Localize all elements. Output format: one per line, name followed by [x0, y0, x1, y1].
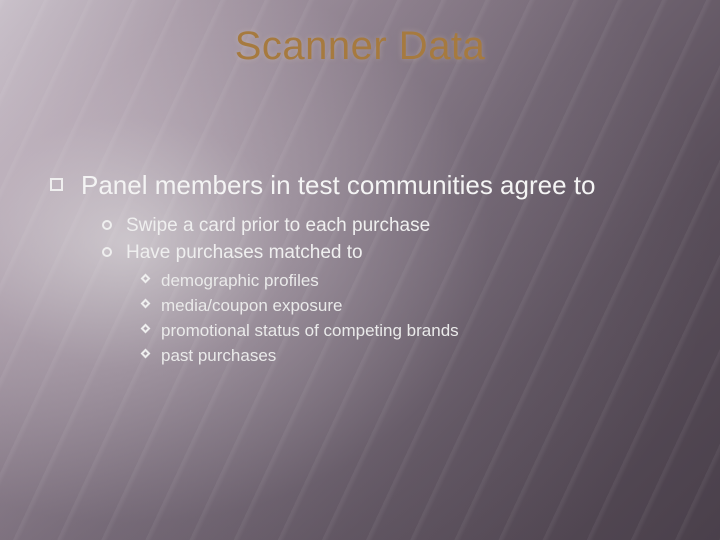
slide-title: Scanner Data	[40, 24, 680, 69]
bullet-level2-text: Swipe a card prior to each purchase	[126, 214, 430, 239]
bullet-level2: Swipe a card prior to each purchase	[102, 214, 680, 239]
diamond-bullet-icon	[141, 349, 151, 359]
level3-group: demographic profiles media/coupon exposu…	[102, 270, 680, 367]
bullet-level3: past purchases	[142, 345, 680, 367]
slide: Scanner Data Panel members in test commu…	[0, 0, 720, 540]
level2-group: Swipe a card prior to each purchase Have…	[50, 214, 680, 368]
bullet-level3: demographic profiles	[142, 270, 680, 292]
bullet-level3-text: promotional status of competing brands	[161, 320, 459, 342]
circle-bullet-icon	[102, 247, 112, 257]
diamond-bullet-icon	[141, 324, 151, 334]
slide-body: Panel members in test communities agree …	[40, 169, 680, 367]
bullet-level2-text: Have purchases matched to	[126, 241, 363, 266]
circle-bullet-icon	[102, 220, 112, 230]
bullet-level3: media/coupon exposure	[142, 295, 680, 317]
diamond-bullet-icon	[141, 273, 151, 283]
diamond-bullet-icon	[141, 299, 151, 309]
bullet-level3-text: demographic profiles	[161, 270, 319, 292]
bullet-level2: Have purchases matched to	[102, 241, 680, 266]
bullet-level3-text: media/coupon exposure	[161, 295, 342, 317]
square-bullet-icon	[50, 178, 63, 191]
bullet-level3-text: past purchases	[161, 345, 276, 367]
bullet-level3: promotional status of competing brands	[142, 320, 680, 342]
bullet-level1: Panel members in test communities agree …	[50, 169, 680, 202]
bullet-level1-text: Panel members in test communities agree …	[81, 169, 595, 202]
